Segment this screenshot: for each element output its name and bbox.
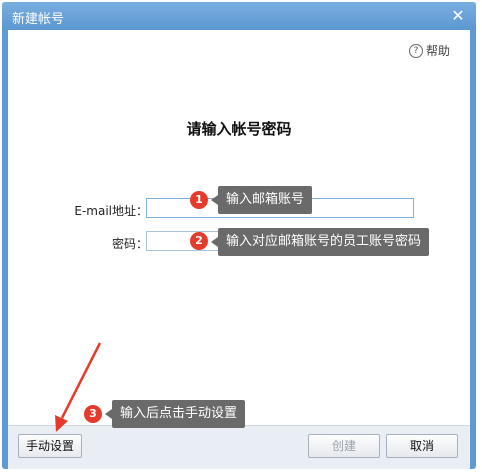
- email-label: E-mail地址：: [74, 204, 148, 218]
- dialog-footer: 手动设置 创建 取消: [8, 425, 470, 469]
- password-label: 密码：: [111, 237, 148, 251]
- annotation-callout-3: 输入后点击手动设置: [104, 400, 246, 428]
- cancel-button[interactable]: 取消: [386, 434, 458, 458]
- annotation-callout-1: 输入邮箱账号: [210, 186, 313, 214]
- annotation-callout-2: 输入对应邮箱账号的员工账号密码: [210, 228, 430, 256]
- close-icon[interactable]: ✕: [448, 6, 468, 26]
- manual-setup-button[interactable]: 手动设置: [18, 434, 82, 458]
- annotation-badge-2: 2: [190, 232, 208, 250]
- page-title: 请输入帐号密码: [186, 120, 292, 138]
- help-link[interactable]: ? 帮助: [408, 42, 450, 59]
- create-button[interactable]: 创建: [308, 434, 380, 458]
- annotation-badge-1: 1: [190, 191, 208, 209]
- annotation-badge-3: 3: [84, 405, 102, 423]
- title-bar[interactable]: 新建帐号 ✕: [2, 2, 476, 30]
- question-circle-icon: ?: [408, 43, 423, 58]
- dialog-title: 新建帐号: [12, 12, 65, 27]
- help-label: 帮助: [425, 44, 450, 58]
